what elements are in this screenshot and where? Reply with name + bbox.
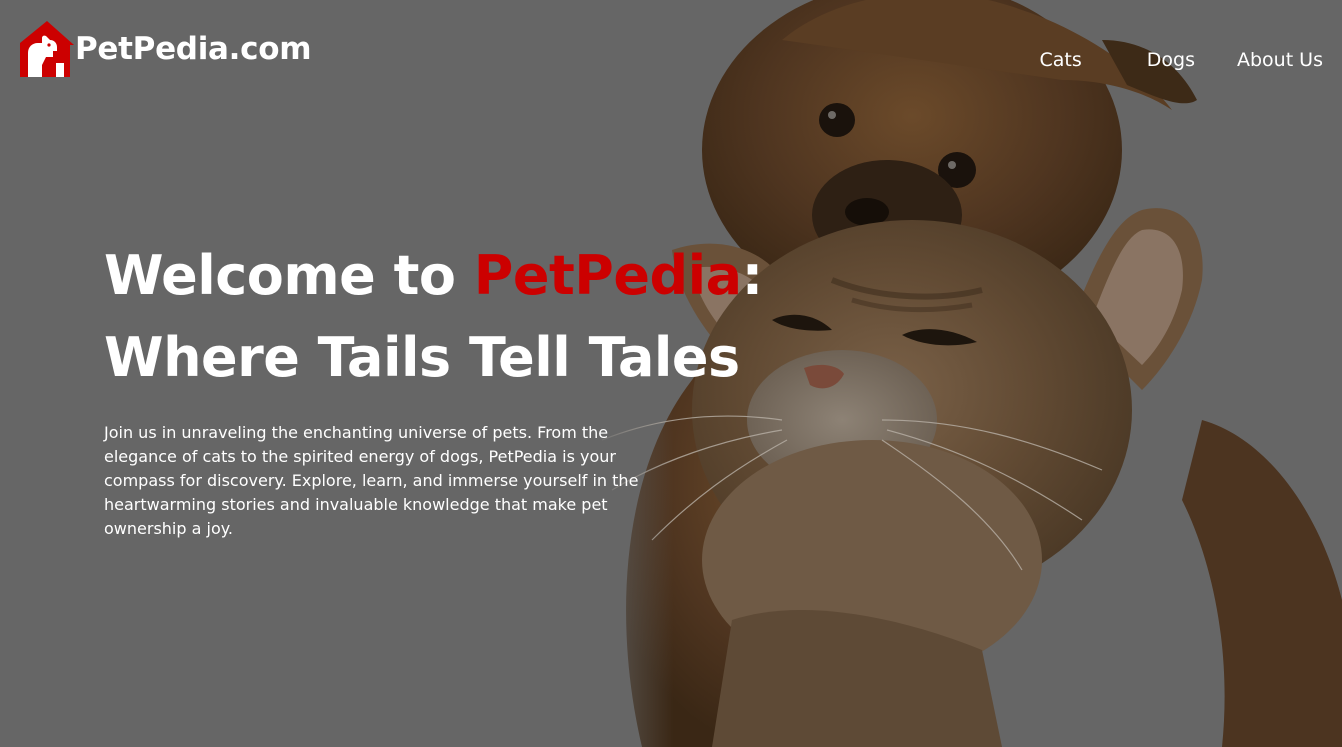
site-header: PetPedia.com Cats Dogs About Us	[0, 0, 1342, 100]
hero-title-colon: :	[741, 244, 764, 307]
logo-link[interactable]: PetPedia.com	[20, 20, 312, 78]
page: PetPedia.com Cats Dogs About Us Welcome …	[0, 0, 1342, 747]
nav-link-about-us[interactable]: About Us	[1237, 46, 1323, 74]
nav-link-dogs[interactable]: Dogs	[1147, 46, 1195, 74]
hero-title-prefix: Welcome to	[104, 244, 474, 307]
hero-title-line2: Where Tails Tell Tales	[104, 326, 740, 389]
hero-section: Welcome to PetPedia: Where Tails Tell Ta…	[104, 235, 804, 541]
main-nav: Cats Dogs About Us	[1039, 46, 1323, 74]
hero-title-accent: PetPedia	[473, 244, 742, 307]
hero-description: Join us in unraveling the enchanting uni…	[104, 423, 639, 538]
house-dog-logo-icon	[20, 21, 74, 77]
nav-link-cats[interactable]: Cats	[1039, 46, 1081, 74]
brand-name: PetPedia.com	[75, 31, 312, 67]
hero-title: Welcome to PetPedia: Where Tails Tell Ta…	[104, 235, 804, 399]
